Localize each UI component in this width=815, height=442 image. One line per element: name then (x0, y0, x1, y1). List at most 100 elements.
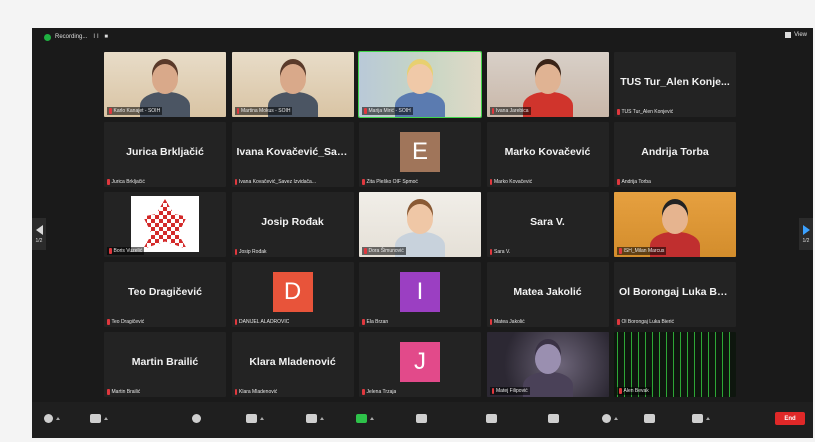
record-button[interactable] (416, 414, 427, 423)
chevron-up-icon[interactable] (260, 417, 264, 420)
top-bar: Recording... II ■ View (32, 28, 813, 46)
microphone-icon (44, 414, 53, 423)
participants-button[interactable] (246, 414, 264, 423)
chevron-up-icon[interactable] (104, 417, 108, 420)
page-indicator-right: 1/2 (802, 237, 810, 244)
participant-tile[interactable]: Dora Šimunović (359, 192, 481, 257)
security-button[interactable] (192, 414, 201, 423)
end-meeting-button[interactable]: End (775, 412, 805, 425)
chevron-left-icon (35, 224, 43, 235)
apps-button[interactable] (602, 414, 618, 423)
participant-name-caption: Matea Jakolić (489, 319, 525, 325)
muted-microphone-icon (491, 388, 494, 394)
participant-tile[interactable]: D DANIJEL ALADROVIĆ (231, 262, 354, 327)
participant-name-caption: Matej Filipović (489, 387, 530, 395)
chevron-up-icon[interactable] (706, 417, 710, 420)
participant-tile[interactable]: Marko Kovačević Marko Kovačević (486, 122, 609, 187)
muted-microphone-icon (619, 248, 622, 254)
caption-text: ISH_Milan Marcus (623, 248, 665, 254)
caption-text: Sara V. (494, 249, 511, 255)
gallery-grid-icon (785, 32, 792, 38)
view-button[interactable]: View (785, 32, 807, 38)
more-button[interactable] (692, 414, 710, 423)
participant-tile[interactable]: Klara Mladenović Klara Mladenović (231, 332, 354, 397)
participant-name-caption: Marko Kovačević (489, 179, 532, 185)
participant-tile[interactable]: Ivana Jarebica (486, 52, 609, 117)
participant-gallery: Karlo Kanajet - SOIH Martina Mokus - SOIH… (104, 51, 736, 398)
chevron-up-icon[interactable] (370, 417, 374, 420)
camera-icon (90, 414, 101, 423)
caption-text: Ol Borongaj Luka Bierić (621, 319, 675, 325)
participant-tile[interactable]: TUS Tur_Alen Konje... TUS Tur_Alen Konjev… (614, 52, 736, 117)
muted-microphone-icon (107, 389, 110, 395)
participant-tile[interactable]: J Jelena Trzaja (359, 332, 481, 397)
previous-page-button[interactable]: 1/2 (32, 218, 46, 250)
participant-name-caption: Dora Šimunović (362, 247, 406, 255)
participant-tile[interactable]: Matea Jakolić Matea Jakolić (486, 262, 609, 327)
avatar-initial: D (272, 271, 313, 312)
participant-tile[interactable]: Boris Vuzelić (104, 192, 226, 257)
shield-icon (192, 414, 201, 423)
participant-tile[interactable]: I Ela Brzan (359, 262, 481, 327)
share-screen-button[interactable] (356, 414, 374, 423)
participant-tile[interactable]: Ivana Kovačević_Sav... Ivana Kovačević_Sa… (231, 122, 354, 187)
whiteboard-icon (644, 414, 655, 423)
muted-microphone-icon (491, 108, 494, 114)
video-button[interactable] (90, 414, 108, 423)
participant-tile[interactable]: Marija Mirić - SOIH (358, 51, 482, 118)
chevron-up-icon[interactable] (56, 417, 60, 420)
chevron-up-icon[interactable] (614, 417, 618, 420)
mute-button[interactable] (44, 414, 60, 423)
participant-name-caption: Josip Rođak (234, 249, 267, 255)
participant-display-name: Martin Brailić (131, 355, 199, 368)
participant-tile[interactable]: Sara V. Sara V. (486, 192, 609, 257)
participant-display-name: Marko Kovačević (504, 145, 591, 158)
reactions-button[interactable] (486, 414, 497, 423)
participant-tile[interactable]: Martina Mokus - SOIH (231, 52, 354, 117)
caption-text: Matej Filipović (496, 388, 528, 394)
meeting-window: Recording... II ■ View 1/2 1/2 Karlo Kan… (32, 28, 813, 438)
participant-tile[interactable]: E Zita Pleško OIF Spmoć (359, 122, 481, 187)
avatar-initial: E (400, 131, 440, 172)
whiteboard-button[interactable] (644, 414, 655, 423)
participant-tile[interactable]: Josip Rođak Josip Rođak (231, 192, 354, 257)
caption-text: TUS Tur_Alen Konjević (621, 109, 674, 115)
chat-button[interactable] (306, 414, 324, 423)
participant-name-caption: ISH_Milan Marcus (617, 247, 667, 255)
muted-microphone-icon (234, 389, 237, 395)
caption-text: Alen Bevak (623, 388, 649, 394)
caption-text: Dora Šimunović (368, 248, 404, 254)
participant-tile[interactable]: Andrija Torba Andrija Torba (614, 122, 736, 187)
caption-text: DANIJEL ALADROVIĆ (239, 319, 290, 325)
muted-microphone-icon (619, 388, 622, 394)
participant-name-caption: Sara V. (489, 249, 511, 255)
participant-display-name: Teo Dragičević (128, 285, 202, 298)
participant-tile[interactable]: Martin Brailić Martin Brailić (104, 332, 226, 397)
participant-tile[interactable]: ISH_Milan Marcus (614, 192, 736, 257)
muted-microphone-icon (107, 179, 110, 185)
chat-icon (306, 414, 317, 423)
recording-controls[interactable]: II ■ (93, 34, 110, 40)
participant-name-caption: DANIJEL ALADROVIĆ (234, 319, 290, 325)
participant-tile[interactable]: Teo Dragičević Teo Dragičević (104, 262, 226, 327)
apps-icon (602, 414, 611, 423)
participant-tile[interactable]: Karlo Kanajet - SOIH (104, 52, 226, 117)
participant-display-name: Jurica Brkljačić (126, 145, 204, 158)
chevron-up-icon[interactable] (320, 417, 324, 420)
participant-tile[interactable]: Matej Filipović (486, 332, 609, 397)
participant-name-caption: Karlo Kanajet - SOIH (107, 107, 163, 115)
next-page-button[interactable]: 1/2 (799, 218, 813, 250)
caption-text: Teo Dragičević (111, 319, 145, 325)
caption-text: Zita Pleško OIF Spmoć (366, 179, 418, 185)
participant-display-name: Ivana Kovačević_Sav... (236, 145, 349, 158)
checkered-crest-icon (143, 199, 187, 249)
participant-tile[interactable]: Jurica Brkljačić Jurica Brkljačić (104, 122, 226, 187)
breakout-rooms-button[interactable] (548, 414, 559, 423)
muted-microphone-icon (617, 179, 620, 185)
participant-name-caption: Andrija Torba (617, 179, 651, 185)
participant-tile[interactable]: Ol Borongaj Luka Bo... Ol Borongaj Luka B… (614, 262, 736, 327)
participant-tile[interactable]: Alen Bevak (614, 332, 736, 397)
participant-display-name: Ol Borongaj Luka Bo... (619, 285, 731, 298)
muted-microphone-icon (617, 109, 620, 115)
participant-name-caption: Zita Pleško OIF Spmoć (362, 179, 418, 185)
